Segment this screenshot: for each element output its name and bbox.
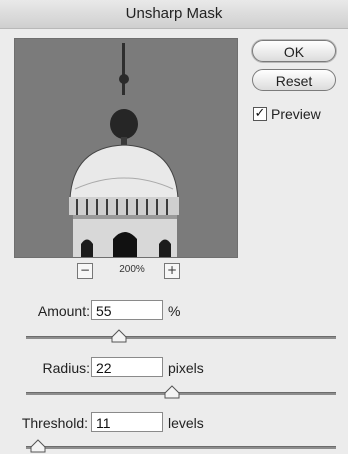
radius-input[interactable]: 22 [91, 357, 163, 377]
zoom-controls: − 200% + [14, 263, 236, 281]
amount-label: Amount: [37, 303, 90, 319]
zoom-in-button[interactable]: + [164, 263, 180, 279]
threshold-unit: levels [168, 415, 204, 431]
radius-label: Radius: [42, 360, 90, 376]
threshold-input[interactable]: 11 [91, 412, 163, 432]
preview-image [15, 39, 237, 257]
zoom-level: 200% [119, 264, 145, 275]
radius-slider-thumb[interactable] [164, 385, 180, 399]
radius-slider-track[interactable] [26, 392, 336, 395]
image-preview[interactable] [14, 38, 238, 258]
threshold-slider-thumb[interactable] [30, 439, 46, 453]
window-title: Unsharp Mask [0, 0, 348, 29]
amount-unit: % [168, 303, 181, 319]
threshold-slider-track[interactable] [26, 446, 336, 449]
preview-checkbox[interactable]: ✓ [253, 107, 267, 121]
ok-button[interactable]: OK [252, 40, 336, 62]
threshold-label: Threshold: [21, 415, 88, 431]
zoom-out-button[interactable]: − [77, 263, 93, 279]
preview-checkbox-label: Preview [271, 106, 321, 122]
amount-slider-track[interactable] [26, 336, 336, 339]
radius-unit: pixels [168, 360, 204, 376]
reset-button[interactable]: Reset [252, 69, 336, 91]
amount-slider-thumb[interactable] [111, 329, 127, 343]
amount-input[interactable]: 55 [91, 300, 163, 320]
